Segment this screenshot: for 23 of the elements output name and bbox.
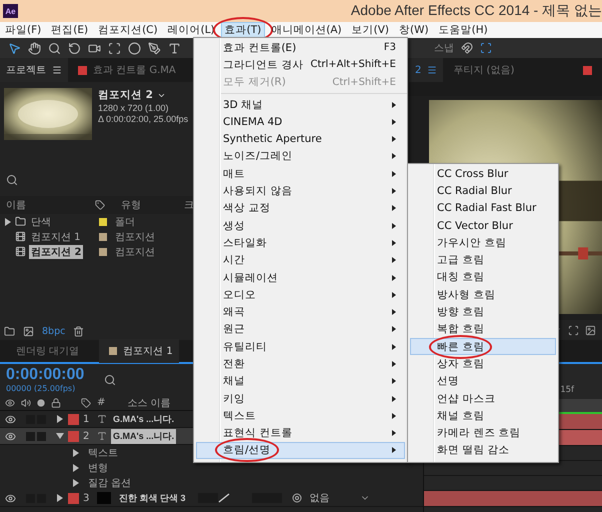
item-type: 폴더	[115, 216, 136, 228]
ruler-label: 15f	[560, 385, 574, 395]
column-header: 소스 이름	[127, 396, 171, 410]
column-header: 크	[183, 199, 195, 212]
timecode: 0:00:00:00	[6, 366, 84, 384]
app-logo: Ae	[3, 4, 18, 18]
composition-size: 1280 x 720 (1.00)	[98, 103, 170, 113]
frame-info: 00000 (25.00fps)	[6, 384, 76, 393]
composition-name: 컴포지션 2	[98, 88, 188, 102]
item-type: 컴포지션	[115, 230, 156, 244]
column-header: #	[97, 397, 106, 408]
layer-number: 3	[82, 492, 90, 504]
layer-name: G.MA's ...니다.	[112, 412, 176, 426]
layer-name: G.MA's ...니다.	[111, 428, 176, 444]
item-type: 컴포지션	[115, 246, 156, 258]
composition-duration: Δ 0:00:02:00, 25.00fps	[98, 114, 188, 124]
column-header: 유형	[120, 199, 142, 212]
window-title: Adobe After Effects CC 2014 - 제목 없는	[350, 2, 602, 20]
snap-label: 스냅	[434, 42, 454, 55]
layer-number: 1	[82, 414, 90, 424]
layer-number: 2	[82, 430, 90, 442]
layer-name: 진한 회색 단색 3	[118, 492, 187, 504]
column-header: 이름	[5, 199, 27, 212]
